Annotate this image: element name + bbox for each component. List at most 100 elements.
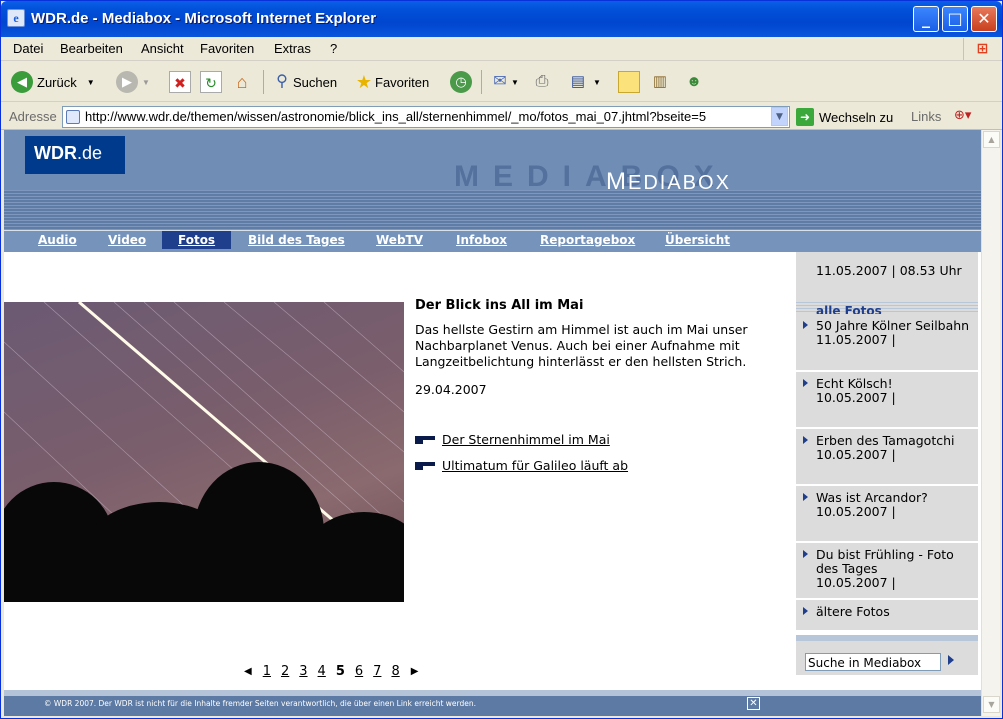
sidebar-item-title[interactable]: Erben des Tamagotchi [816,434,974,448]
vertical-scrollbar[interactable]: ▲ ▼ [981,130,1000,716]
search-button[interactable]: ⚲ Suchen [271,68,337,96]
printer-icon: ⎙ [535,73,549,90]
page-link[interactable]: 2 [281,664,289,679]
address-input[interactable]: http://www.wdr.de/themen/wissen/astronom… [62,106,790,128]
home-button[interactable]: ⌂ [231,68,253,96]
prev-page-icon[interactable]: ◀ [244,666,252,677]
history-button[interactable]: ◷ [450,68,476,96]
page-footer: © WDR 2007. Der WDR ist nicht für die In… [4,690,981,716]
mail-button[interactable]: ✉ ▼ [489,68,519,96]
sidebar-item-date: 10.05.2007 | [816,575,896,590]
discuss-icon [618,71,640,93]
back-button[interactable]: ◀ Zurück ▼ [11,68,95,96]
sidebar-item-title[interactable]: Was ist Arcandor? [816,491,974,505]
related-link[interactable]: Ultimatum für Galileo läuft ab [415,458,628,473]
header-stripes [4,190,981,230]
arrow-right-icon [803,321,808,329]
maximize-button[interactable]: □ [942,6,968,32]
toolbar-separator [263,70,264,94]
page-link[interactable]: 7 [373,664,381,679]
messenger-button[interactable]: ☻ [683,68,705,96]
nav-reportagebox[interactable]: Reportagebox [540,233,635,247]
mail-dropdown-icon[interactable]: ▼ [511,78,519,87]
pagination: ◀ 1 2 3 4 5 6 7 8 ▶ [238,664,424,679]
address-dropdown-icon[interactable]: ▼ [771,107,788,126]
scroll-up-icon[interactable]: ▲ [983,131,1000,148]
edit-dropdown-icon[interactable]: ▼ [593,78,601,87]
page-link[interactable]: 6 [355,664,363,679]
menu-extras[interactable]: Extras [274,41,311,56]
address-bar: Adresse http://www.wdr.de/themen/wissen/… [1,103,1002,130]
edit-button[interactable]: ▤ ▼ [567,68,601,96]
arrow-right-icon [803,379,808,387]
nav-video[interactable]: Video [108,233,146,247]
sidebar-photo-item[interactable]: Echt Kölsch! 10.05.2007 | [796,372,978,427]
print-button[interactable]: ⎙ [531,68,553,96]
back-dropdown-icon[interactable]: ▼ [87,78,95,87]
menu-favoriten[interactable]: Favoriten [200,41,254,56]
star-icon: ★ [355,72,373,92]
logo-suffix: .de [77,143,103,163]
stop-button[interactable]: ✖ [169,68,191,96]
menu-help[interactable]: ? [330,41,337,56]
menu-ansicht[interactable]: Ansicht [141,41,184,56]
sidebar-item-title[interactable]: 50 Jahre Kölner Seilbahn [816,319,974,333]
nav-uebersicht[interactable]: Übersicht [665,233,730,247]
close-button[interactable]: ✕ [971,6,997,32]
forward-dropdown-icon[interactable]: ▼ [142,78,150,87]
refresh-button[interactable]: ↻ [200,68,222,96]
page-icon [66,110,80,124]
nav-audio[interactable]: Audio [38,233,77,247]
sidebar-photo-item[interactable]: Du bist Frühling - Foto des Tages 10.05.… [796,543,978,598]
sidebar-photo-item[interactable]: Was ist Arcandor? 10.05.2007 | [796,486,978,541]
nav-fotos[interactable]: Fotos [162,231,232,249]
related-link-text[interactable]: Der Sternenhimmel im Mai [442,432,610,447]
current-page: 5 [335,664,345,679]
scroll-down-icon[interactable]: ▼ [983,696,1000,713]
links-chevron-icon[interactable]: ⊕▾ [954,108,971,123]
toolbar: ◀ Zurück ▼ ▶ ▼ ✖ ↻ ⌂ ⚲ Suchen ★ Favorite… [1,62,1002,102]
page-link[interactable]: 1 [263,664,271,679]
title-bar[interactable]: e WDR.de - Mediabox - Microsoft Internet… [1,1,1002,37]
nav-infobox[interactable]: Infobox [456,233,507,247]
close-icon[interactable]: ✕ [747,697,760,710]
next-page-icon[interactable]: ▶ [411,666,419,677]
section-nav: Audio Video Fotos Bild des Tages WebTV I… [4,230,981,252]
links-label[interactable]: Links [911,109,941,124]
arrow-right-icon [803,550,808,558]
search-icon: ⚲ [276,73,288,90]
sidebar-photo-item[interactable]: Erben des Tamagotchi 10.05.2007 | [796,429,978,484]
sidebar-datetime: 11.05.2007 | 08.53 Uhr [796,252,978,302]
related-link-text[interactable]: Ultimatum für Galileo läuft ab [442,458,628,473]
footer-disclaimer: © WDR 2007. Der WDR ist nicht für die In… [44,699,477,708]
page-link[interactable]: 8 [391,664,399,679]
favorites-button[interactable]: ★ Favoriten [353,68,429,96]
search-go-icon[interactable] [948,655,954,665]
research-button[interactable]: ▥ [649,68,671,96]
wdr-logo[interactable]: WDR.de [25,136,125,174]
related-link[interactable]: Der Sternenhimmel im Mai [415,432,610,447]
minimize-button[interactable]: _ [913,6,939,32]
menu-bar: Datei Bearbeiten Ansicht Favoriten Extra… [1,37,1002,61]
logo-main: WDR [34,143,77,163]
nav-webtv[interactable]: WebTV [376,233,423,247]
back-arrow-icon: ◀ [11,71,33,93]
go-button[interactable]: ➜ Wechseln zu [796,108,893,126]
page-link[interactable]: 4 [318,664,326,679]
sidebar-item-title[interactable]: ältere Fotos [816,605,974,619]
sidebar-photo-item[interactable]: 50 Jahre Kölner Seilbahn 11.05.2007 | [796,314,978,370]
forward-button[interactable]: ▶ ▼ [116,68,150,96]
sidebar-older-photos[interactable]: ältere Fotos [796,600,978,630]
mediabox-search-input[interactable] [805,653,941,671]
discuss-button[interactable] [618,68,640,96]
refresh-icon: ↻ [200,71,222,93]
sidebar-item-title[interactable]: Du bist Frühling - Foto des Tages [816,548,974,576]
windows-logo-icon: ⊞ [963,38,1001,60]
menu-datei[interactable]: Datei [13,41,43,56]
menu-bearbeiten[interactable]: Bearbeiten [60,41,123,56]
page-link[interactable]: 3 [299,664,307,679]
nav-bild-des-tages[interactable]: Bild des Tages [248,233,345,247]
back-label: Zurück [37,74,77,90]
sidebar-item-title[interactable]: Echt Kölsch! [816,377,974,391]
article-text: Das hellste Gestirn am Himmel ist auch i… [415,322,748,369]
